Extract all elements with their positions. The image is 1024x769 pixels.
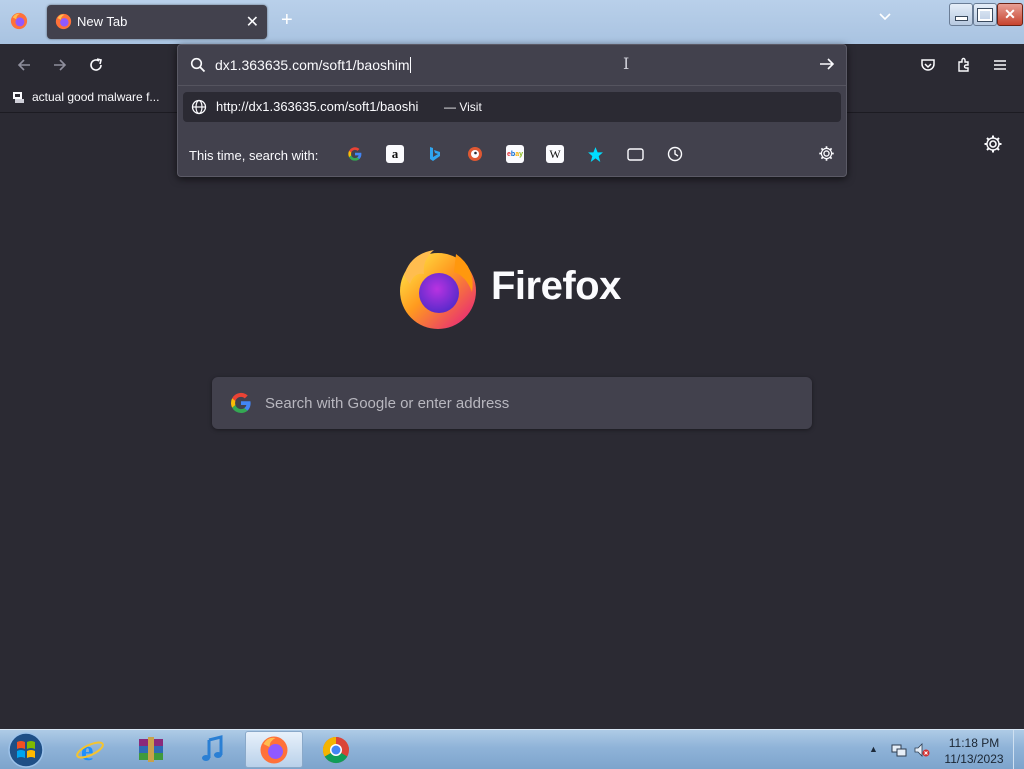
internet-explorer-icon: e	[76, 736, 104, 765]
pocket-icon	[921, 59, 935, 71]
go-arrow-icon[interactable]	[818, 55, 836, 73]
show-desktop-button[interactable]	[1013, 730, 1024, 769]
volume-muted-icon[interactable]	[914, 742, 930, 758]
taskbar-winrar[interactable]	[122, 731, 180, 768]
google-icon[interactable]	[346, 145, 364, 163]
taskbar-internet-explorer[interactable]: e	[61, 731, 119, 768]
restore-button[interactable]	[973, 3, 997, 26]
system-clock[interactable]: 11:18 PM 11/13/2023	[938, 735, 1010, 767]
forward-button[interactable]	[48, 53, 72, 77]
start-button[interactable]	[6, 731, 46, 769]
list-all-tabs-icon[interactable]	[878, 12, 892, 22]
page-settings-button[interactable]	[983, 134, 1003, 159]
taskbar-itunes[interactable]	[183, 731, 241, 768]
history-icon[interactable]	[666, 145, 684, 163]
globe-icon	[191, 99, 207, 115]
reload-icon	[90, 58, 102, 71]
tab-new-tab[interactable]: New Tab ✕	[47, 5, 267, 39]
gear-icon	[984, 135, 1002, 153]
new-tab-button[interactable]: +	[281, 9, 293, 32]
gear-icon	[819, 146, 834, 161]
bookmarks-icon[interactable]	[586, 145, 604, 163]
app-menu-button[interactable]	[988, 53, 1012, 77]
tab-close-icon[interactable]: ✕	[246, 12, 259, 32]
reload-button[interactable]	[84, 53, 108, 77]
firefox-logo-icon	[400, 250, 476, 329]
back-arrow-icon	[17, 59, 30, 71]
ebay-icon[interactable]: ebay	[506, 145, 524, 163]
ibeam-cursor-icon: I	[623, 54, 630, 73]
google-icon	[230, 392, 251, 414]
bookmark-favicon-icon	[13, 92, 24, 103]
urlbar-result-visit[interactable]: http://dx1.363635.com/soft1/baoshi — Vis…	[183, 92, 841, 122]
svg-text:e: e	[81, 736, 93, 765]
taskbar-firefox[interactable]	[245, 731, 303, 768]
itunes-icon	[202, 734, 223, 761]
tab-title: New Tab	[77, 14, 128, 29]
bookmark-item[interactable]: actual good malware f...	[12, 90, 159, 104]
bing-icon[interactable]	[426, 145, 444, 163]
title-bar: New Tab ✕ + ✕	[0, 0, 1024, 44]
clock-date: 11/13/2023	[944, 752, 1004, 766]
forward-arrow-icon	[54, 59, 67, 71]
tabs-icon[interactable]	[626, 145, 644, 163]
firefox-favicon-icon	[55, 13, 72, 30]
search-settings-button[interactable]	[818, 145, 835, 167]
puzzle-icon	[958, 57, 969, 72]
close-window-button[interactable]: ✕	[997, 3, 1023, 26]
taskbar: e ▲ 11:18 PM 11/13/2023	[0, 729, 1024, 769]
search-placeholder: Search with Google or enter address	[265, 395, 510, 412]
clock-time: 11:18 PM	[948, 736, 1000, 750]
network-icon[interactable]	[891, 742, 907, 758]
page-search-box[interactable]: Search with Google or enter address	[212, 377, 812, 429]
taskbar-chrome[interactable]	[307, 731, 365, 768]
urlbar-input-row[interactable]: dx1.363635.com/soft1/baoshim I	[178, 45, 846, 86]
wikipedia-icon[interactable]: W	[546, 145, 564, 163]
urlbar-input[interactable]: dx1.363635.com/soft1/baoshim	[215, 57, 411, 73]
firefox-wordmark: Firefox	[491, 264, 621, 308]
bookmark-label: actual good malware f...	[32, 90, 160, 104]
hamburger-menu-icon	[994, 60, 1006, 70]
firefox-icon[interactable]	[10, 12, 28, 30]
urlbar-dropdown: dx1.363635.com/soft1/baoshim I http://dx…	[177, 44, 847, 177]
result-action: — Visit	[444, 100, 482, 114]
search-with-label: This time, search with:	[189, 148, 319, 163]
amazon-icon[interactable]: a	[386, 145, 404, 163]
chrome-icon	[322, 736, 349, 763]
firefox-icon	[260, 736, 288, 763]
duckduckgo-icon[interactable]	[466, 145, 484, 163]
pocket-button[interactable]	[916, 53, 940, 77]
extensions-button[interactable]	[952, 53, 976, 77]
text-caret	[409, 57, 411, 73]
search-icon	[190, 57, 206, 73]
winrar-icon	[139, 736, 163, 762]
minimize-button[interactable]	[949, 3, 973, 26]
back-button[interactable]	[12, 53, 36, 77]
show-hidden-icons-icon[interactable]: ▲	[869, 744, 878, 754]
result-url: http://dx1.363635.com/soft1/baoshi	[216, 99, 419, 114]
